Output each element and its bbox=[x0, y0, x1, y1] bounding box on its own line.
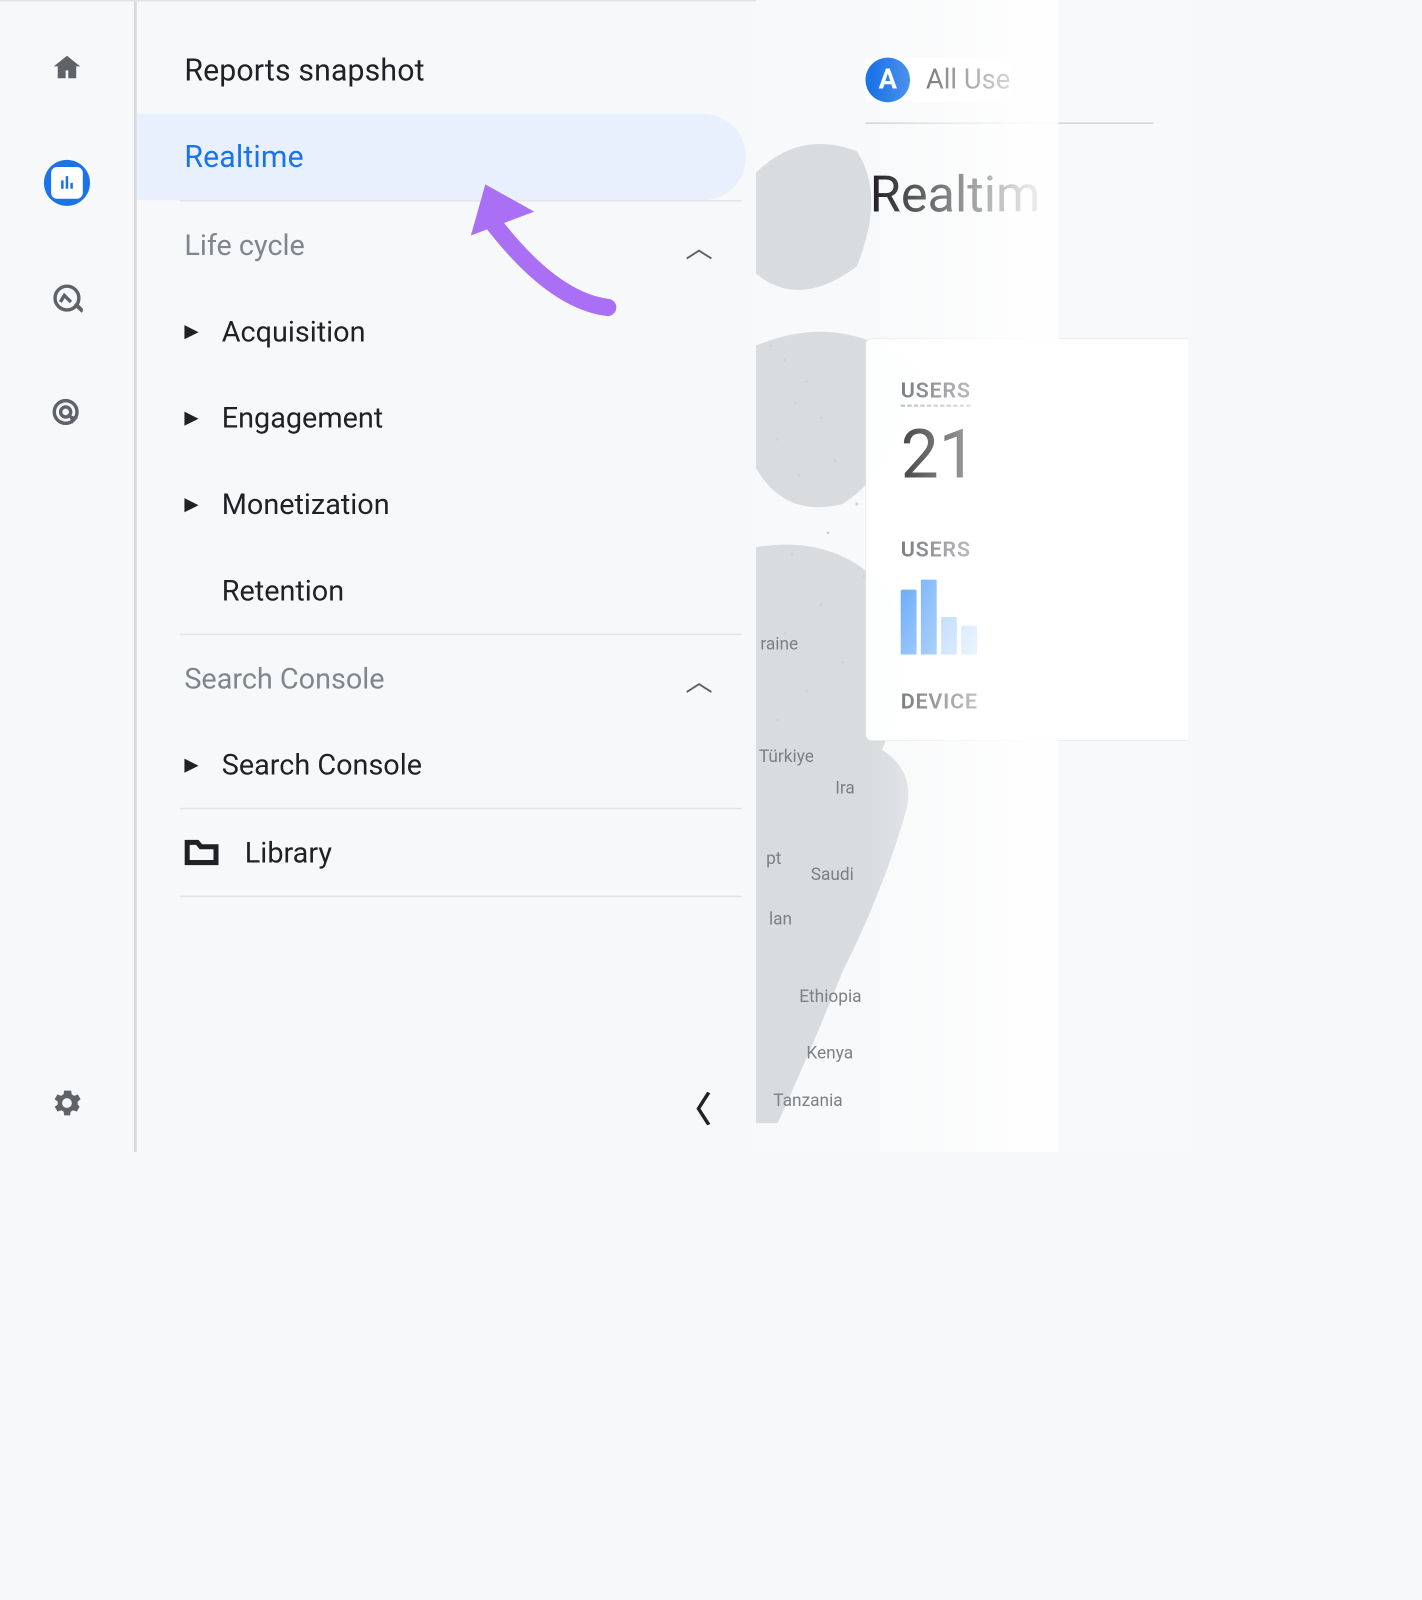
caret-right-icon: ▶ bbox=[184, 754, 221, 776]
explore-icon bbox=[51, 282, 83, 314]
nav-item-label: Retention bbox=[222, 573, 344, 607]
users-last-30-label: USERS bbox=[901, 378, 1188, 403]
map-label: raine bbox=[760, 634, 798, 654]
audience-badge-icon: A bbox=[865, 58, 910, 103]
gear-icon bbox=[50, 1086, 85, 1121]
chevron-up-icon: ︿ bbox=[685, 658, 712, 698]
users-per-minute-label: USERS bbox=[901, 537, 1188, 562]
audience-label: All Use bbox=[926, 64, 1010, 96]
left-icon-rail bbox=[0, 1, 137, 1152]
nav-monetization[interactable]: ▶ Monetization bbox=[137, 461, 755, 547]
map-label: Ethiopia bbox=[799, 986, 861, 1006]
map-label: Ira bbox=[835, 778, 855, 798]
divider bbox=[865, 122, 1153, 123]
realtime-content: raine Türkiye Ira pt Saudi lan Ethiopia … bbox=[756, 0, 1188, 1152]
rail-home-button[interactable] bbox=[44, 45, 90, 91]
map-label: pt bbox=[766, 848, 781, 868]
nav-item-label: Acquisition bbox=[222, 314, 366, 348]
collapse-nav-button[interactable]: 〈 bbox=[677, 1081, 712, 1131]
rail-admin-button[interactable] bbox=[50, 1086, 85, 1123]
rail-advertising-button[interactable] bbox=[44, 390, 90, 436]
chevron-left-icon: 〈 bbox=[677, 1089, 712, 1130]
nav-realtime[interactable]: Realtime bbox=[137, 114, 746, 200]
caret-right-icon: ▶ bbox=[184, 407, 221, 429]
map-label: Türkiye bbox=[759, 746, 814, 766]
map-label: Tanzania bbox=[773, 1090, 842, 1110]
map-label: lan bbox=[769, 909, 792, 929]
rail-reports-button[interactable] bbox=[44, 160, 90, 206]
audience-chip[interactable]: A All Use bbox=[865, 58, 1010, 103]
caret-right-icon: ▶ bbox=[184, 320, 221, 342]
caret-right-icon: ▶ bbox=[184, 493, 221, 515]
realtime-users-card: USERS 21 USERS DEVICE bbox=[865, 338, 1188, 740]
map-label: Saudi bbox=[811, 864, 854, 884]
section-header-label: Search Console bbox=[184, 661, 384, 695]
target-click-icon bbox=[51, 397, 83, 429]
map-label: Kenya bbox=[806, 1043, 853, 1063]
nav-acquisition[interactable]: ▶ Acquisition bbox=[137, 288, 755, 374]
page-title: Realtim bbox=[870, 166, 1040, 225]
nav-library[interactable]: Library bbox=[137, 809, 755, 895]
users-last-30-value: 21 bbox=[901, 415, 1188, 494]
section-header-label: Life cycle bbox=[184, 228, 304, 262]
nav-retention[interactable]: Retention bbox=[137, 547, 755, 633]
reports-nav-panel: Reports snapshot Realtime Life cycle ︿ ▶… bbox=[137, 1, 755, 1152]
divider bbox=[180, 896, 742, 897]
nav-item-label: Library bbox=[245, 836, 332, 870]
nav-item-label: Engagement bbox=[222, 401, 383, 435]
home-icon bbox=[51, 52, 83, 84]
users-per-minute-chart bbox=[901, 580, 1188, 655]
section-search-console[interactable]: Search Console ︿ bbox=[137, 635, 742, 721]
nav-reports-snapshot[interactable]: Reports snapshot bbox=[137, 27, 755, 113]
folder-icon bbox=[184, 838, 219, 867]
bar-chart-icon bbox=[57, 173, 77, 193]
nav-search-console[interactable]: ▶ Search Console bbox=[137, 721, 755, 807]
device-category-label: DEVICE bbox=[901, 689, 1188, 714]
nav-item-label: Monetization bbox=[222, 487, 390, 521]
rail-explore-button[interactable] bbox=[44, 275, 90, 321]
nav-engagement[interactable]: ▶ Engagement bbox=[137, 374, 755, 460]
section-life-cycle[interactable]: Life cycle ︿ bbox=[137, 202, 742, 288]
chevron-up-icon: ︿ bbox=[685, 225, 712, 265]
nav-item-label: Search Console bbox=[222, 748, 422, 782]
